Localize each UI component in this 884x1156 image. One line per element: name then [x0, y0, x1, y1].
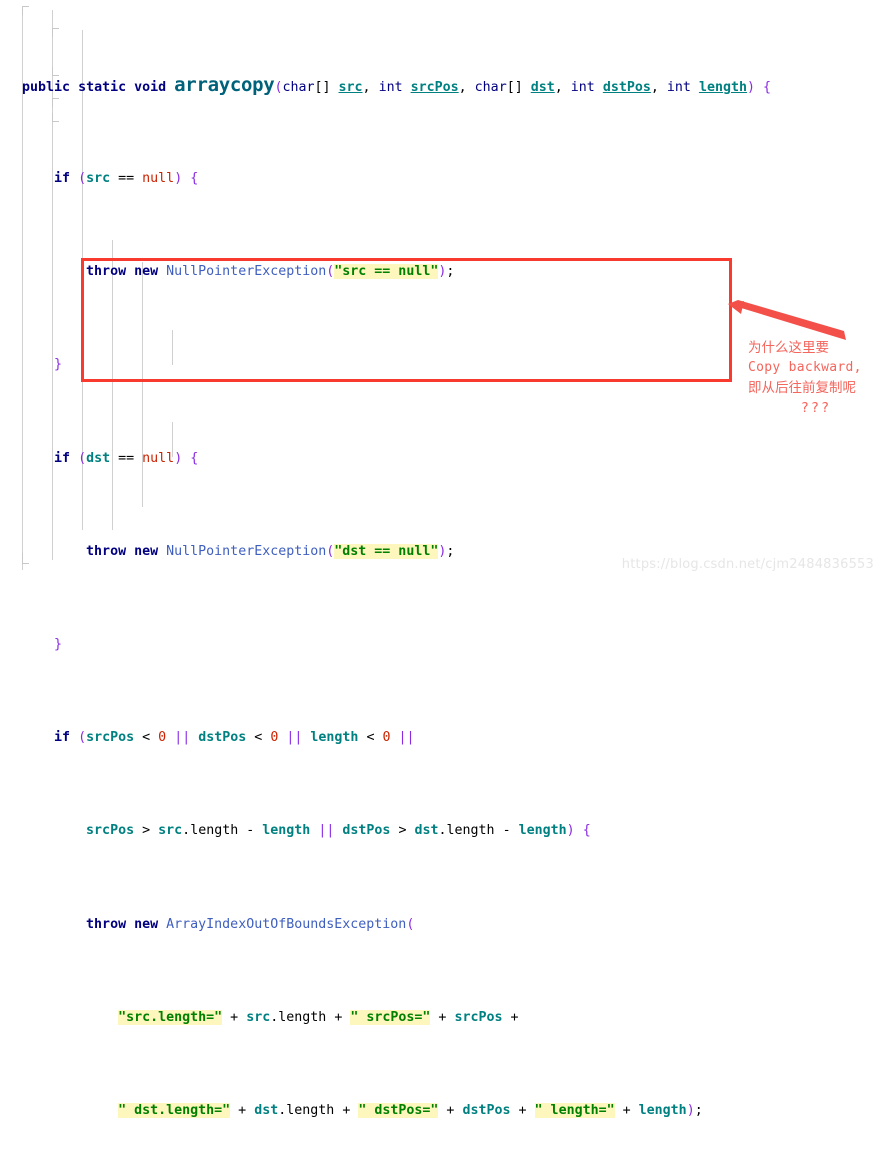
annotation-note-line-4: ??? — [800, 400, 832, 416]
watermark-text: https://blog.csdn.net/cjm2484836553 — [621, 557, 874, 572]
code-line[interactable]: if (srcPos < 0 || dstPos < 0 || length <… — [0, 726, 884, 749]
annotation-note: 为什么这里要 Copy backward, 即从后往前复制呢 ??? — [748, 338, 884, 418]
code-line[interactable]: if (dst == null) { — [0, 447, 884, 470]
code-line[interactable]: "src.length=" + src.length + " srcPos=" … — [0, 1006, 884, 1029]
code-line[interactable]: " dst.length=" + dst.length + " dstPos="… — [0, 1099, 884, 1122]
annotation-note-line-1: 为什么这里要 — [748, 340, 829, 356]
code-line[interactable]: throw new ArrayIndexOutOfBoundsException… — [0, 913, 884, 936]
code-line[interactable]: public static void arraycopy(char[] src,… — [0, 74, 884, 97]
code-line[interactable]: srcPos > src.length - length || dstPos >… — [0, 819, 884, 842]
code-editor-viewport[interactable]: public static void arraycopy(char[] src,… — [0, 0, 884, 1118]
source-code[interactable]: public static void arraycopy(char[] src,… — [0, 0, 884, 1156]
code-line[interactable]: } — [0, 633, 884, 656]
code-line[interactable]: throw new NullPointerException("src == n… — [0, 260, 884, 283]
annotation-note-line-2: Copy backward, — [748, 360, 862, 375]
method-name-arraycopy[interactable]: arraycopy — [174, 74, 275, 96]
annotation-note-line-3: 即从后往前复制呢 — [748, 380, 856, 396]
code-line[interactable]: if (src == null) { — [0, 167, 884, 190]
